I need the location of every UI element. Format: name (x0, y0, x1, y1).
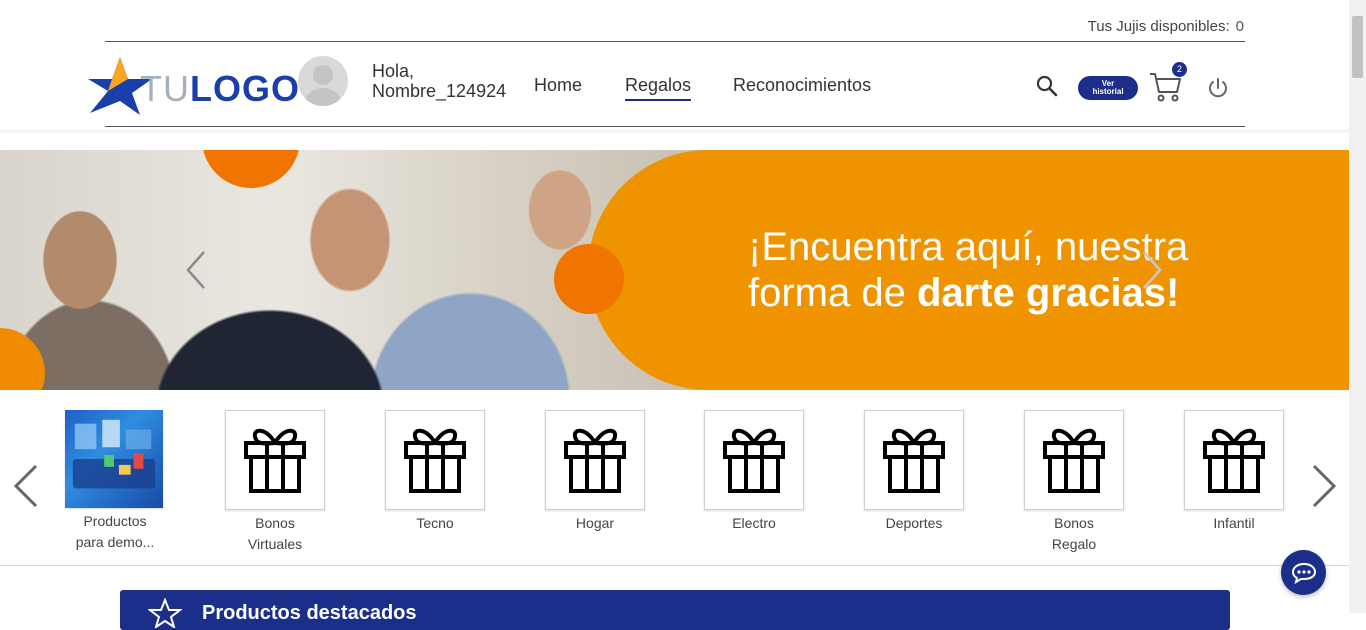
section-divider (0, 565, 1349, 566)
category-item[interactable]: Bonos Virtuales (225, 410, 325, 555)
gift-icon (1043, 428, 1105, 493)
gift-icon (1203, 428, 1265, 493)
banner-line1: ¡Encuentra aquí, nuestra (748, 225, 1189, 269)
categories-prev-arrow-icon[interactable] (12, 464, 40, 508)
cart-count-badge: 2 (1172, 62, 1187, 77)
category-thumbnail (1024, 410, 1124, 510)
nav-home[interactable]: Home (534, 75, 582, 96)
logo-logo: LOGO (190, 68, 300, 109)
category-thumbnail (545, 410, 645, 510)
ver-historial-button[interactable]: Ver historial (1078, 76, 1138, 100)
gift-icon (564, 428, 626, 493)
featured-products-header: Productos destacados (120, 590, 1230, 630)
header-bottom-divider (105, 126, 1245, 127)
greeting-hola: Hola, (372, 61, 415, 81)
decor-circle (554, 244, 624, 314)
category-label: Hogar (575, 515, 615, 531)
category-thumbnail (864, 410, 964, 510)
banner-line2: forma de (748, 271, 917, 315)
gift-icon (404, 428, 466, 493)
banner-headline: ¡Encuentra aquí, nuestra forma de darte … (748, 224, 1188, 316)
greeting-username: Nombre_124924 (372, 81, 507, 101)
ver-historial-line2: historial (1092, 87, 1124, 96)
logo[interactable]: TULOGO (140, 68, 300, 110)
category-item[interactable]: Productos para demo... (65, 410, 165, 553)
page-scrollbar[interactable] (1349, 0, 1366, 613)
category-thumbnail (1184, 410, 1284, 510)
category-item[interactable]: Infantil (1184, 410, 1284, 534)
category-label: Bonos Virtuales (247, 515, 303, 552)
jujis-label: Tus Jujis disponibles: (1087, 18, 1230, 35)
product-image-icon (72, 419, 156, 489)
category-label: Electro (732, 515, 776, 531)
category-label: Bonos Regalo (1051, 515, 1097, 552)
chat-button[interactable] (1281, 550, 1326, 595)
banner-next-arrow-icon[interactable] (1140, 250, 1164, 290)
category-label: Tecno (416, 515, 454, 531)
category-item[interactable]: Tecno (385, 410, 485, 534)
chat-bubble-icon (1291, 562, 1316, 584)
category-thumbnail (65, 410, 163, 508)
jujis-balance: Tus Jujis disponibles: 0 (1088, 18, 1244, 35)
user-placeholder-icon (305, 65, 341, 106)
gift-icon (883, 428, 945, 493)
logo-tu: TU (140, 68, 190, 109)
category-item[interactable]: Electro (704, 410, 804, 534)
category-item[interactable]: Deportes (864, 410, 964, 534)
categories-next-arrow-icon[interactable] (1310, 464, 1338, 508)
category-thumbnail (225, 410, 325, 510)
featured-products-title: Productos destacados (202, 602, 417, 624)
user-greeting: Hola, Nombre_124924 (372, 61, 506, 101)
nav-regalos[interactable]: Regalos (625, 75, 692, 101)
gift-icon (244, 428, 306, 493)
header-shadow (0, 130, 1349, 134)
header-top-divider (105, 41, 1245, 42)
scrollbar-thumb[interactable] (1352, 16, 1363, 78)
banner-prev-arrow-icon[interactable] (184, 250, 208, 290)
category-label: Deportes (885, 515, 943, 531)
power-icon[interactable] (1206, 76, 1230, 100)
avatar[interactable] (298, 56, 348, 106)
category-thumbnail (704, 410, 804, 510)
category-thumbnail (385, 410, 485, 510)
category-label: Productos para demo... (75, 513, 155, 550)
nav-reconocimientos[interactable]: Reconocimientos (733, 75, 871, 96)
star-icon (148, 598, 182, 628)
jujis-value: 0 (1235, 18, 1244, 35)
category-label: Infantil (1213, 515, 1255, 531)
category-item[interactable]: Bonos Regalo (1024, 410, 1124, 555)
gift-icon (723, 428, 785, 493)
search-icon[interactable] (1035, 74, 1059, 98)
category-item[interactable]: Hogar (545, 410, 645, 534)
